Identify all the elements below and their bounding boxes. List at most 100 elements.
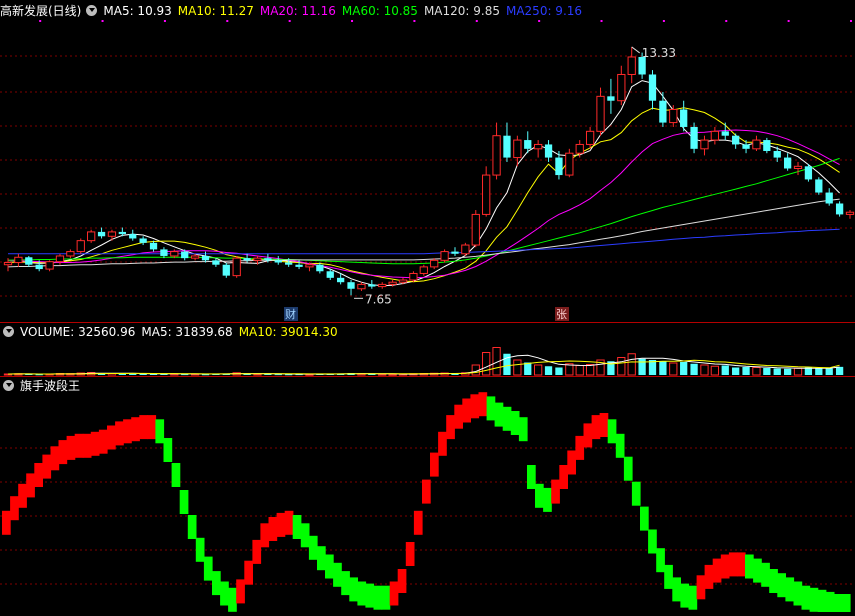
volume-legend: VOLUME: 32560.96 MA5: 31839.68 MA10: 39014… xyxy=(20,325,344,339)
candle-body xyxy=(815,179,823,193)
event-dot xyxy=(850,20,852,22)
volume-menu-dropdown-icon[interactable] xyxy=(3,326,14,337)
candle xyxy=(617,65,626,106)
candle xyxy=(669,105,678,127)
candle-body xyxy=(160,249,168,256)
indicator-block xyxy=(761,562,770,587)
candle-body xyxy=(97,231,106,237)
candle-body xyxy=(388,281,397,285)
indicator-menu-dropdown-icon[interactable] xyxy=(3,380,14,391)
indicator-block xyxy=(696,575,706,600)
indicator-block xyxy=(470,394,480,419)
indicator-block xyxy=(42,454,52,479)
candle xyxy=(149,240,158,252)
candle xyxy=(825,188,833,206)
candle-body xyxy=(804,166,813,180)
candle xyxy=(232,255,241,278)
candle xyxy=(700,135,709,156)
candle-body xyxy=(513,139,522,159)
price-header: 高新发展(日线) MA5: 10.93 MA10: 11.27 MA20: 11.16… xyxy=(0,2,594,20)
indicator-block xyxy=(486,396,496,421)
candle-body xyxy=(575,143,584,154)
ma-line-ma60 xyxy=(7,157,840,265)
indicator-block xyxy=(640,506,649,531)
candle xyxy=(835,201,844,217)
ma-legend-item-3: MA60: 10.85 xyxy=(341,4,418,18)
indicator-block xyxy=(187,515,197,539)
volume-bar xyxy=(752,367,761,376)
indicator-block xyxy=(672,577,681,602)
indicator-block xyxy=(769,569,778,593)
indicator-block xyxy=(599,413,609,437)
indicator-block xyxy=(833,594,843,616)
indicator-block xyxy=(123,419,132,444)
price-menu-dropdown-icon[interactable] xyxy=(86,5,98,16)
indicator-block xyxy=(268,517,278,541)
indicator-block xyxy=(535,483,544,508)
indicator-block xyxy=(575,435,585,460)
indicator-block xyxy=(527,465,536,489)
candle-body xyxy=(732,135,740,145)
candle xyxy=(721,122,729,141)
indicator-block xyxy=(90,431,100,456)
volume-header: VOLUME: 32560.96 MA5: 31839.68 MA10: 39014… xyxy=(0,323,350,341)
ma-legend-item-0: MA5: 10.93 xyxy=(103,4,172,18)
candle xyxy=(793,161,803,176)
candle-body xyxy=(700,139,709,150)
indicator-block xyxy=(720,554,730,579)
indicator-block xyxy=(656,548,665,573)
candle-body xyxy=(129,234,137,239)
candle-body xyxy=(25,257,33,265)
indicator-block xyxy=(349,577,358,602)
volume-bar xyxy=(680,362,688,375)
candle xyxy=(565,148,574,178)
candle-body xyxy=(825,192,833,204)
volume-bar xyxy=(835,366,844,375)
indicator-block xyxy=(236,579,245,604)
candle xyxy=(732,133,740,149)
indicator-block xyxy=(284,510,294,535)
candle-body xyxy=(451,251,459,254)
candle-body xyxy=(326,271,334,278)
candle-body xyxy=(585,130,595,145)
candle-body xyxy=(55,255,65,263)
indicator-block xyxy=(139,415,148,440)
candle xyxy=(804,164,813,182)
candle-body xyxy=(752,139,761,150)
indicator-block xyxy=(704,564,714,589)
indicator-block xyxy=(809,587,819,612)
volume-bar xyxy=(544,366,553,375)
indicator-block xyxy=(817,589,827,614)
indicator-block xyxy=(430,452,439,477)
event-mark-label: 张 xyxy=(556,308,567,321)
candle xyxy=(76,238,85,254)
candle-body xyxy=(565,152,574,176)
candle xyxy=(690,122,698,154)
indicator-block xyxy=(2,510,11,535)
candle-body xyxy=(669,108,678,124)
indicator-header: 旗手波段王 xyxy=(0,377,86,395)
candle xyxy=(752,135,761,152)
chart-stage: 13.33 7.65 财 张 高新发展(日线) MA5: 10.93 MA10: 11.2… xyxy=(0,0,855,616)
volume-bar xyxy=(763,368,771,375)
candle-body xyxy=(305,264,314,268)
candle-body xyxy=(419,266,428,274)
indicator-block xyxy=(777,573,786,598)
indicator-block xyxy=(405,542,415,566)
volume-bar xyxy=(690,363,698,375)
candle-body xyxy=(524,140,532,149)
indicator-block xyxy=(712,558,722,583)
candle-body xyxy=(76,240,85,253)
volume-bar xyxy=(575,365,584,376)
candle-body xyxy=(430,259,439,268)
indicator-block xyxy=(753,558,762,583)
indicator-block xyxy=(333,562,342,587)
event-dot xyxy=(413,20,416,22)
candle xyxy=(107,229,117,241)
candle-body xyxy=(243,258,251,261)
candle xyxy=(845,210,855,219)
indicator-block xyxy=(825,591,835,616)
candle xyxy=(66,249,75,259)
event-dot xyxy=(662,20,665,22)
indicator-block xyxy=(276,512,286,537)
